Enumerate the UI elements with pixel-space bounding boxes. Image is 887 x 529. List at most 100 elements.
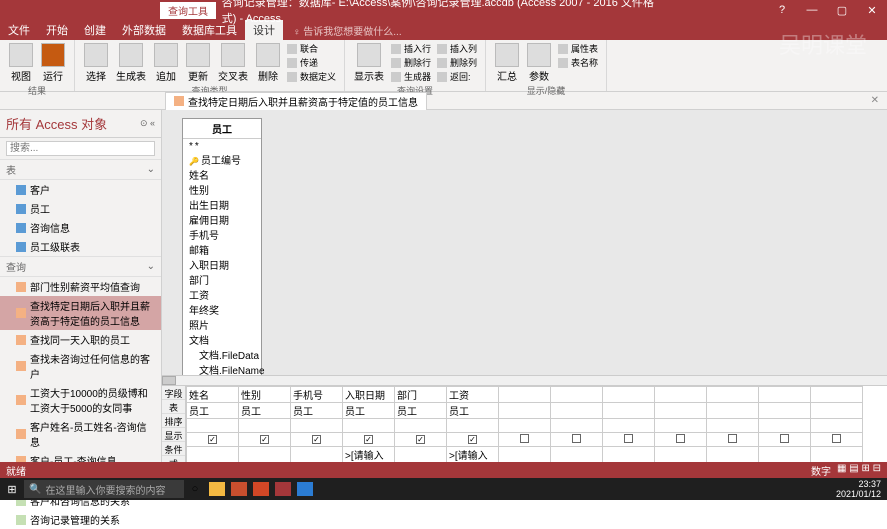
- grid-cell[interactable]: [707, 419, 759, 433]
- entity-field[interactable]: 性别: [187, 182, 257, 197]
- delete-query-button[interactable]: 删除: [253, 42, 283, 84]
- task-explorer[interactable]: [209, 482, 225, 496]
- grid-cell[interactable]: [655, 419, 707, 433]
- view-button[interactable]: 视图: [6, 42, 36, 84]
- grid-cell[interactable]: [603, 433, 655, 447]
- view-switcher[interactable]: ▦ ▤ ⊞ ⊟: [837, 463, 881, 478]
- union-button[interactable]: 联合: [285, 42, 338, 55]
- show-checkbox[interactable]: [728, 434, 737, 443]
- task-cortana[interactable]: ○: [184, 478, 206, 500]
- document-tab[interactable]: 查找特定日期后入职并且薪资高于特定值的员工信息: [165, 92, 427, 110]
- entity-field[interactable]: 照片: [187, 317, 257, 332]
- entity-field[interactable]: 入职日期: [187, 257, 257, 272]
- grid-cell[interactable]: [551, 387, 603, 403]
- canvas-scrollbar[interactable]: [162, 375, 887, 385]
- entity-field[interactable]: 姓名: [187, 167, 257, 182]
- grid-cell[interactable]: [811, 433, 863, 447]
- nav-item-query[interactable]: 客户姓名-员工姓名-咨询信息: [0, 417, 161, 451]
- nav-item-query[interactable]: 查找未咨询过任何信息的客户: [0, 349, 161, 383]
- grid-cell[interactable]: [551, 403, 603, 419]
- entity-field[interactable]: 部门: [187, 272, 257, 287]
- grid-cell[interactable]: [239, 433, 291, 447]
- show-checkbox[interactable]: [832, 434, 841, 443]
- entity-table[interactable]: 员工 *员工编号姓名性别出生日期雇佣日期手机号邮箱入职日期部门工资年终奖照片文档…: [182, 118, 262, 375]
- menu-create[interactable]: 创建: [76, 20, 114, 40]
- grid-cell[interactable]: 员工: [187, 403, 239, 419]
- insertcol-button[interactable]: 插入列: [435, 42, 479, 55]
- entity-field[interactable]: 年终奖: [187, 302, 257, 317]
- deletecol-button[interactable]: 删除列: [435, 56, 479, 69]
- entity-field[interactable]: 员工编号: [187, 152, 257, 167]
- grid-cell[interactable]: [759, 387, 811, 403]
- deleterow-button[interactable]: 删除行: [389, 56, 433, 69]
- insertrow-button[interactable]: 插入行: [389, 42, 433, 55]
- datadef-button[interactable]: 数据定义: [285, 70, 338, 83]
- maketable-button[interactable]: 生成表: [113, 42, 149, 84]
- design-canvas[interactable]: 员工 *员工编号姓名性别出生日期雇佣日期手机号邮箱入职日期部门工资年终奖照片文档…: [162, 110, 887, 375]
- close-tab-button[interactable]: ✕: [871, 95, 879, 106]
- grid-cell[interactable]: [603, 387, 655, 403]
- return-button[interactable]: 返回:: [435, 70, 479, 83]
- grid-cell[interactable]: [343, 433, 395, 447]
- task-app-1[interactable]: [231, 482, 247, 496]
- show-checkbox[interactable]: [676, 434, 685, 443]
- nav-item-query[interactable]: 工资大于10000的员级博和工资大于5000的女同事: [0, 383, 161, 417]
- entity-subfield[interactable]: 文档.FileName: [187, 362, 257, 375]
- nav-item-relation[interactable]: 咨询记录管理的关系: [0, 510, 161, 529]
- builder-button[interactable]: 生成器: [389, 70, 433, 83]
- grid-cell[interactable]: [239, 419, 291, 433]
- entity-field[interactable]: 邮箱: [187, 242, 257, 257]
- nav-item-table[interactable]: 员工级联表: [0, 237, 161, 256]
- grid-cell[interactable]: [759, 433, 811, 447]
- grid-cell[interactable]: 员工: [239, 403, 291, 419]
- menu-external[interactable]: 外部数据: [114, 20, 174, 40]
- task-app-2[interactable]: [297, 482, 313, 496]
- show-checkbox[interactable]: [624, 434, 633, 443]
- grid-cell[interactable]: [603, 403, 655, 419]
- entity-field[interactable]: 文档: [187, 332, 257, 347]
- show-checkbox[interactable]: [572, 434, 581, 443]
- grid-cell[interactable]: [395, 433, 447, 447]
- grid-cell[interactable]: [655, 387, 707, 403]
- show-checkbox[interactable]: [780, 434, 789, 443]
- propsheet-button[interactable]: 属性表: [556, 42, 600, 55]
- grid-cell[interactable]: [655, 433, 707, 447]
- task-powerpoint[interactable]: [253, 482, 269, 496]
- grid-cell[interactable]: [707, 403, 759, 419]
- select-query-button[interactable]: 选择: [81, 42, 111, 84]
- grid-cell[interactable]: [499, 387, 551, 403]
- grid-cell[interactable]: 手机号: [291, 387, 343, 403]
- grid-cell[interactable]: [707, 387, 759, 403]
- params-button[interactable]: 参数: [524, 42, 554, 84]
- maximize-button[interactable]: ▢: [827, 0, 857, 20]
- system-tray[interactable]: 23:37 2021/01/12: [830, 479, 887, 499]
- grid-cell[interactable]: [343, 419, 395, 433]
- show-checkbox[interactable]: [260, 435, 269, 444]
- show-checkbox[interactable]: [520, 434, 529, 443]
- grid-cell[interactable]: [759, 419, 811, 433]
- grid-cell[interactable]: [551, 433, 603, 447]
- minimize-button[interactable]: —: [797, 0, 827, 20]
- grid-cell[interactable]: [811, 387, 863, 403]
- close-button[interactable]: ✕: [857, 0, 887, 20]
- nav-item-table[interactable]: 咨询信息: [0, 218, 161, 237]
- nav-header[interactable]: 所有 Access 对象 ⊙ «: [0, 110, 161, 138]
- grid-cell[interactable]: [291, 419, 343, 433]
- update-button[interactable]: 更新: [183, 42, 213, 84]
- grid-cell[interactable]: [187, 433, 239, 447]
- show-checkbox[interactable]: [364, 435, 373, 444]
- grid-cell[interactable]: 部门: [395, 387, 447, 403]
- grid-cell[interactable]: [811, 419, 863, 433]
- nav-item-query[interactable]: 查找同一天入职的员工: [0, 330, 161, 349]
- grid-cell[interactable]: [655, 403, 707, 419]
- grid-cell[interactable]: 员工: [447, 403, 499, 419]
- nav-item-table[interactable]: 客户: [0, 180, 161, 199]
- nav-item-query[interactable]: 部门性别薪资平均值查询: [0, 277, 161, 296]
- nav-collapse-icon[interactable]: ⊙ «: [140, 118, 155, 129]
- nav-item-query[interactable]: 查找特定日期后入职并且薪资高于特定值的员工信息: [0, 296, 161, 330]
- menu-home[interactable]: 开始: [38, 20, 76, 40]
- show-checkbox[interactable]: [312, 435, 321, 444]
- entity-field[interactable]: 出生日期: [187, 197, 257, 212]
- nav-group-tables[interactable]: 表⌄: [0, 159, 161, 180]
- grid-cell[interactable]: [603, 419, 655, 433]
